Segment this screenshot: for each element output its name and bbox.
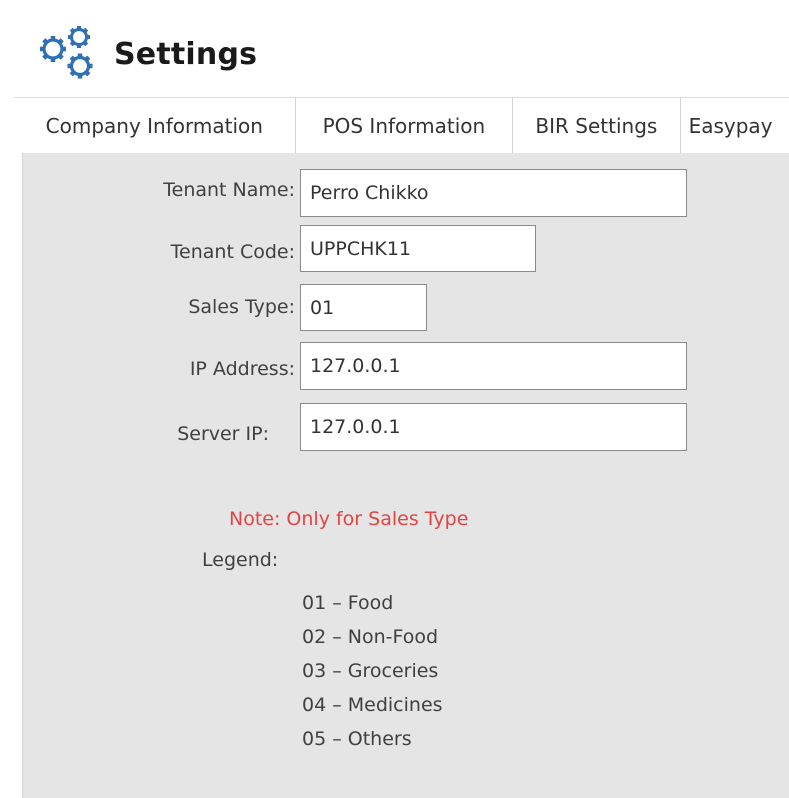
legend-item-medicines: 04 – Medicines — [302, 694, 443, 716]
tenant-name-input[interactable] — [300, 169, 687, 217]
pos-information-panel: Tenant Name: Tenant Code: Sales Type: IP… — [22, 153, 789, 798]
ip-address-input[interactable] — [300, 342, 687, 390]
tab-pos-information[interactable]: POS Information — [295, 98, 514, 154]
server-ip-input[interactable] — [300, 403, 687, 451]
gears-icon — [40, 26, 93, 79]
ip-address-label: IP Address: — [189, 358, 295, 380]
legend-title: Legend: — [202, 549, 279, 571]
sales-type-label: Sales Type: — [188, 296, 295, 318]
tenant-code-label: Tenant Code: — [170, 241, 295, 263]
sales-type-input[interactable] — [300, 284, 427, 331]
legend-item-others: 05 – Others — [302, 728, 412, 750]
tenant-code-input[interactable] — [300, 225, 536, 272]
sales-type-note: Note: Only for Sales Type — [229, 508, 469, 530]
legend-list: 01 – Food 02 – Non-Food 03 – Groceries 0… — [302, 586, 443, 756]
tenant-name-label: Tenant Name: — [163, 179, 295, 201]
legend-item-non-food: 02 – Non-Food — [302, 626, 439, 648]
tab-bir-settings[interactable]: BIR Settings — [513, 98, 681, 154]
tab-easypay[interactable]: Easypay — [680, 98, 789, 154]
tab-company-information[interactable]: Company Information — [14, 98, 296, 154]
page-title: Settings — [114, 36, 258, 72]
legend-item-food: 01 – Food — [302, 592, 394, 614]
page-header: Settings — [36, 24, 257, 84]
settings-tabs: Company Information POS Information BIR … — [14, 97, 789, 154]
server-ip-label: Server IP: — [177, 423, 269, 445]
legend-item-groceries: 03 – Groceries — [302, 660, 439, 682]
